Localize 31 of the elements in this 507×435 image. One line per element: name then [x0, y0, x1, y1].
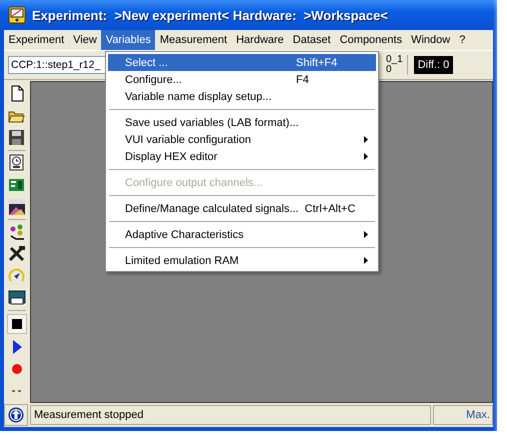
partial-label: 0_1 [386, 55, 403, 65]
partial-label: 0 [386, 65, 393, 75]
clock-monitor-icon[interactable] [8, 154, 26, 172]
menu-item[interactable]: Experiment [4, 30, 69, 50]
menu-entry[interactable]: Select ... Shift+F4 [108, 54, 376, 71]
up-arrow-button[interactable] [4, 404, 28, 426]
menu-entry[interactable]: Variable name display setup... [108, 88, 376, 105]
menu-item[interactable]: ? [454, 30, 470, 50]
menu-entry[interactable]: Display HEX editor [108, 148, 376, 165]
diff-display: Diff.: 0 [414, 56, 454, 74]
stop-icon[interactable] [7, 314, 27, 334]
monitor-icon[interactable] [8, 289, 26, 307]
menu-item[interactable]: Hardware [232, 30, 288, 50]
menu-item[interactable]: Window [406, 30, 455, 50]
menu-entry[interactable]: Limited emulation RAM [108, 252, 376, 269]
circuit-board-icon[interactable] [8, 176, 26, 194]
menu-item[interactable]: View [68, 30, 102, 50]
menu-item[interactable]: Measurement [155, 30, 232, 50]
menu-entry[interactable]: Configure... F4 [108, 71, 376, 88]
menu-item[interactable]: Variables [101, 30, 156, 50]
menu-entry[interactable]: Save used variables (LAB format)... [108, 114, 376, 131]
menu-item[interactable]: Dataset [288, 30, 336, 50]
status-max: Max. [433, 405, 493, 425]
tools-icon[interactable] [8, 245, 26, 263]
window-title: Experiment: >New experiment< Hardware: >Workspace< [32, 8, 388, 22]
status-message: Measurement stopped [30, 405, 431, 425]
menu-entry[interactable]: Define/Manage calculated signals... Ctrl+Alt+C [108, 200, 376, 217]
menu-entry[interactable]: VUI variable configuration [108, 131, 376, 148]
menu-entry[interactable]: Adaptive Characteristics [108, 226, 376, 243]
app-icon [8, 6, 26, 24]
menu-item[interactable]: Components [335, 30, 407, 50]
